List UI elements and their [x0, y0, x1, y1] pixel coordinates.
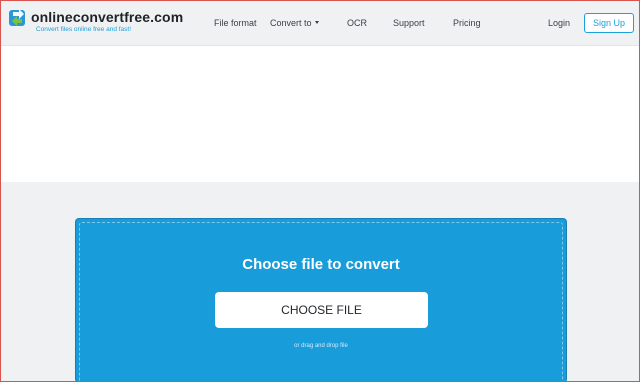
chevron-down-icon — [314, 21, 319, 25]
nav-convert-to[interactable]: Convert to — [270, 18, 319, 28]
nav-file-format[interactable]: File format — [214, 18, 257, 28]
brand-tagline: Convert files online free and fast! — [36, 26, 132, 33]
signup-button[interactable]: Sign Up — [584, 13, 634, 33]
choose-file-button[interactable]: CHOOSE FILE — [215, 292, 428, 328]
nav-convert-to-label: Convert to — [270, 18, 312, 28]
site-header: onlineconvertfree.com Convert files onli… — [1, 1, 639, 46]
banner-area — [1, 46, 639, 182]
brand-name[interactable]: onlineconvertfree.com — [31, 9, 183, 25]
nav-ocr[interactable]: OCR — [347, 18, 367, 28]
drop-hint: or drag and drop file — [294, 343, 348, 349]
upload-panel[interactable]: Choose file to convert CHOOSE FILE or dr… — [75, 218, 567, 381]
nav-pricing[interactable]: Pricing — [453, 18, 481, 28]
upload-title: Choose file to convert — [242, 256, 400, 273]
convert-arrows-icon[interactable] — [8, 8, 28, 28]
nav-support[interactable]: Support — [393, 18, 425, 28]
page-frame: onlineconvertfree.com Convert files onli… — [0, 0, 640, 382]
login-link[interactable]: Login — [548, 18, 570, 28]
